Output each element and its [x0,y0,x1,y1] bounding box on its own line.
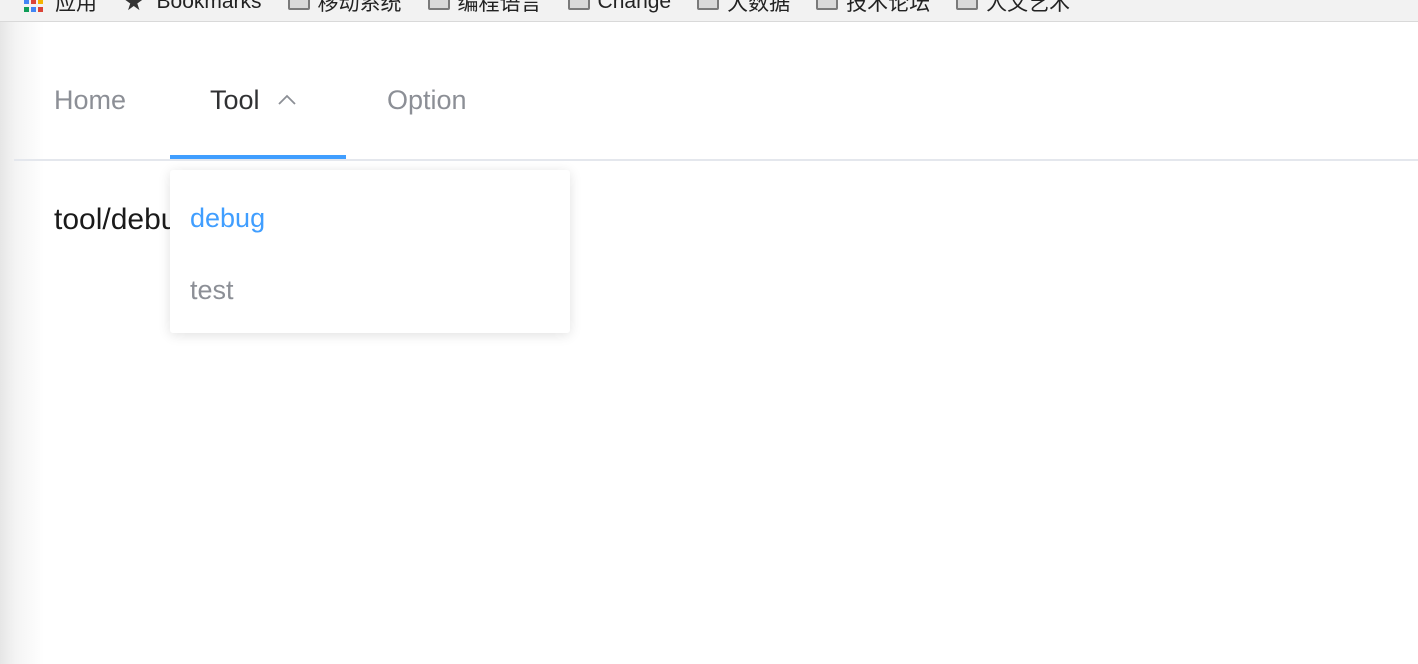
nav-item-option[interactable]: Option [387,40,467,160]
bookmark-folder[interactable]: 技术论坛 [816,0,930,17]
bookmark-label: 人文艺术 [986,0,1071,15]
bookmark-folder[interactable]: Change [567,0,672,14]
bookmark-label: 移动系统 [317,0,402,15]
nav-item-label: Option [387,84,467,115]
folder-icon [567,0,590,10]
bookmark-folder[interactable]: 大数据 [697,0,790,17]
folder-icon [697,0,720,10]
bookmark-label: Bookmarks [156,0,262,13]
bookmark-label: 技术论坛 [846,0,931,15]
nav-item-home[interactable]: Home [54,40,126,160]
bookmark-folder[interactable]: 移动系统 [287,0,402,17]
bookmark-bookmarks[interactable]: ★ Bookmarks [123,0,262,17]
star-icon: ★ [123,0,145,16]
bookmark-label: 应用 [55,0,97,15]
bookmark-folder[interactable]: 人文艺术 [956,0,1070,17]
apps-icon [24,0,45,13]
nav-menu: Home Tool Option [14,40,1418,162]
folder-icon [287,0,310,10]
nav-item-label: Home [54,84,127,115]
nav-item-tool[interactable]: Tool [170,40,346,160]
bookmark-label: 编程语言 [457,0,542,15]
bookmark-label: Change [597,0,672,13]
bookmark-label: 大数据 [727,0,791,15]
tool-dropdown-menu: debug test [170,170,570,333]
chevron-up-icon [276,89,298,111]
bookmark-apps[interactable]: 应用 [24,0,97,17]
folder-icon [816,0,839,10]
folder-icon [427,0,450,10]
folder-icon [956,0,979,10]
nav-item-label: Tool [210,84,260,115]
nav-divider [14,159,1418,161]
dropdown-item-test[interactable]: test [170,254,570,326]
bookmarks-bar: 应用 ★ Bookmarks 移动系统 编程语言 Change 大数据 技术论坛 [0,0,1418,22]
dropdown-item-debug[interactable]: debug [170,182,570,254]
bookmark-folder[interactable]: 编程语言 [427,0,542,17]
